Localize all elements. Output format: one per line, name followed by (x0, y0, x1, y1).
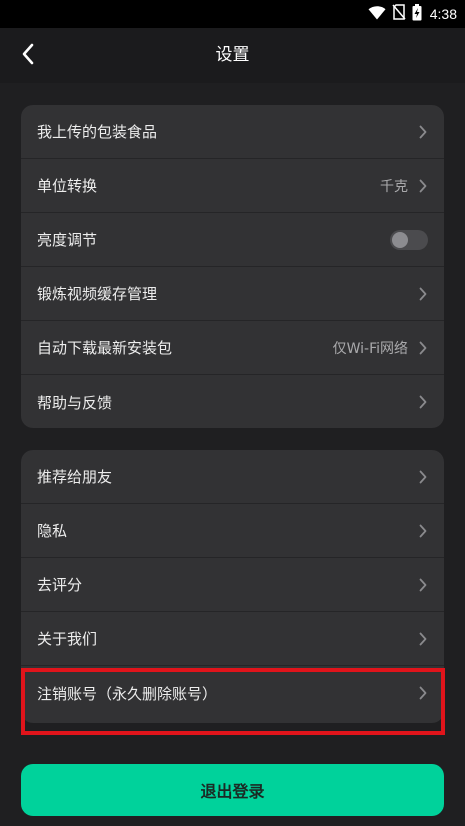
chevron-right-icon (418, 178, 428, 194)
brightness-toggle[interactable] (390, 229, 428, 250)
chevron-right-icon (418, 577, 428, 593)
toggle-knob (392, 231, 408, 248)
row-label: 自动下载最新安装包 (37, 339, 173, 357)
row-label: 锻炼视频缓存管理 (37, 285, 158, 303)
logout-label: 退出登录 (200, 782, 265, 801)
row-label: 推荐给朋友 (37, 468, 113, 486)
row-label: 去评分 (37, 576, 83, 594)
row-privacy[interactable]: 隐私 (21, 504, 444, 558)
chevron-right-icon (418, 631, 428, 647)
row-uploaded-foods[interactable]: 我上传的包装食品 (21, 105, 444, 159)
settings-group-general: 我上传的包装食品 单位转换 千克 亮度调节 锻炼视频缓存管理 自动下载最新安装包… (21, 105, 444, 428)
page-title: 设置 (215, 45, 250, 65)
chevron-right-icon (418, 124, 428, 140)
settings-group-about: 推荐给朋友 隐私 去评分 关于我们 注销账号（永久删除账号） (21, 450, 444, 723)
chevron-right-icon (418, 469, 428, 485)
row-about-us[interactable]: 关于我们 (21, 612, 444, 666)
row-label: 关于我们 (37, 630, 98, 648)
row-rate-app[interactable]: 去评分 (21, 558, 444, 612)
row-video-cache[interactable]: 锻炼视频缓存管理 (21, 267, 444, 321)
chevron-right-icon (418, 340, 428, 356)
row-recommend-friends[interactable]: 推荐给朋友 (21, 450, 444, 504)
row-label: 我上传的包装食品 (37, 123, 158, 141)
row-value: 仅Wi-Fi网络 (332, 340, 408, 357)
row-help-feedback[interactable]: 帮助与反馈 (21, 375, 444, 428)
row-auto-download[interactable]: 自动下载最新安装包 仅Wi-Fi网络 (21, 321, 444, 375)
status-time: 4:38 (429, 6, 457, 22)
row-label: 亮度调节 (37, 231, 98, 249)
logout-button[interactable]: 退出登录 (21, 764, 444, 816)
chevron-right-icon (418, 394, 428, 410)
chevron-right-icon (418, 523, 428, 539)
row-brightness: 亮度调节 (21, 213, 444, 267)
battery-charging-icon (412, 3, 422, 25)
row-value: 千克 (380, 178, 408, 195)
back-button[interactable] (12, 40, 44, 72)
row-label: 单位转换 (37, 177, 98, 195)
no-sim-icon (392, 4, 406, 24)
app-bar: 设置 (0, 28, 465, 83)
status-bar: 4:38 (0, 0, 465, 28)
row-delete-account[interactable]: 注销账号（永久删除账号） (21, 666, 444, 720)
chevron-right-icon (418, 685, 428, 701)
chevron-right-icon (418, 286, 428, 302)
row-label: 帮助与反馈 (37, 393, 113, 412)
status-icons: 4:38 (368, 0, 457, 28)
wifi-icon (368, 5, 386, 24)
row-label: 隐私 (37, 522, 68, 540)
chevron-left-icon (21, 43, 35, 69)
row-unit-conversion[interactable]: 单位转换 千克 (21, 159, 444, 213)
row-label: 注销账号（永久删除账号） (37, 684, 218, 703)
